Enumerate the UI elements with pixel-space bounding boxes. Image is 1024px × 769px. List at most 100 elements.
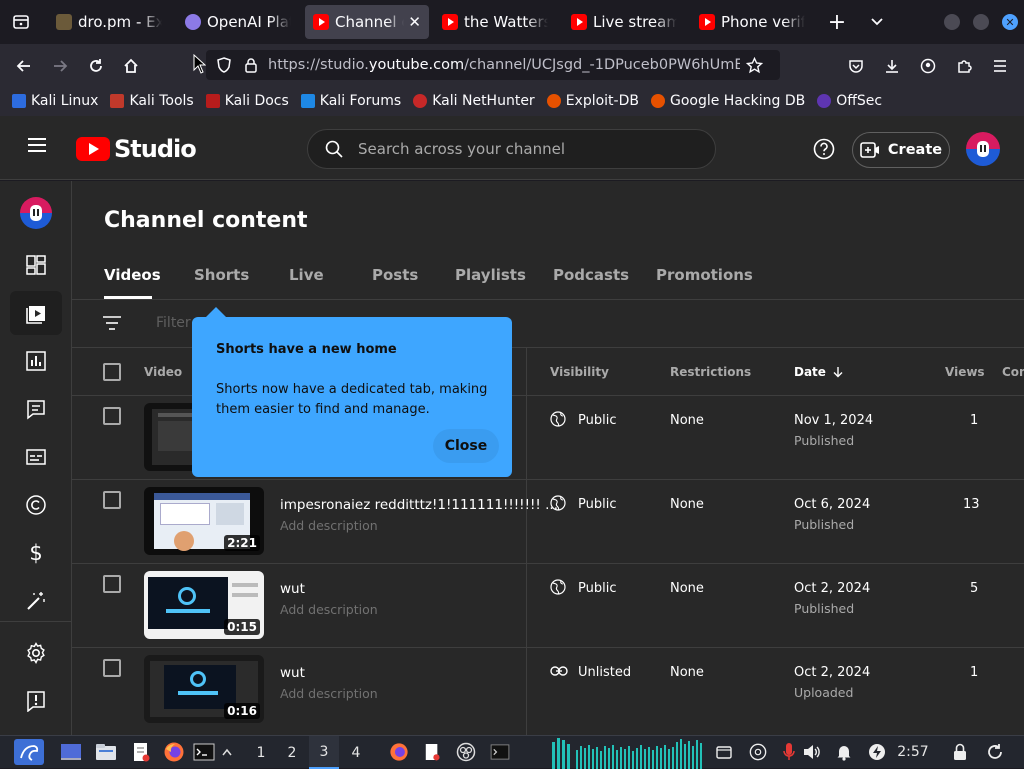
show-desktop-icon[interactable]: [58, 741, 84, 763]
lock-icon[interactable]: [244, 57, 258, 73]
lock-screen-icon[interactable]: [950, 741, 970, 763]
row-checkbox[interactable]: [103, 575, 121, 593]
tab-videos[interactable]: Videos: [104, 266, 161, 284]
launcher-expand-chevron-icon[interactable]: [220, 741, 234, 763]
obs-tray-icon[interactable]: [748, 741, 768, 763]
close-window-icon[interactable]: ✕: [1002, 14, 1018, 30]
tab-posts[interactable]: Posts: [372, 266, 418, 284]
sidebar-item-dashboard[interactable]: [10, 243, 62, 287]
filter-input[interactable]: Filter: [156, 315, 191, 331]
tab-playlists[interactable]: Playlists: [455, 266, 526, 284]
bookmark-exploit-db[interactable]: Exploit-DB: [546, 93, 639, 109]
column-header-comments[interactable]: Com: [1002, 365, 1024, 379]
tab-shorts[interactable]: Shorts: [194, 266, 249, 284]
hamburger-menu-icon[interactable]: [987, 53, 1013, 79]
back-arrow-icon[interactable]: [11, 53, 37, 79]
taskbar-terminal-window-icon[interactable]: [488, 741, 512, 763]
browser-tab-phone-verification[interactable]: Phone verific: [691, 5, 813, 39]
forward-arrow-icon[interactable]: [47, 53, 73, 79]
column-header-visibility[interactable]: Visibility: [550, 365, 609, 379]
column-header-views[interactable]: Views: [945, 365, 985, 379]
video-thumbnail[interactable]: 0:15: [144, 571, 264, 639]
close-tab-icon[interactable]: ✕: [408, 13, 421, 31]
browser-tab-live-streaming[interactable]: Live streamir: [563, 5, 685, 39]
kali-menu-dragon-icon[interactable]: [14, 739, 44, 765]
sidebar-item-feedback[interactable]: [10, 679, 62, 723]
visibility-value[interactable]: Public: [578, 497, 616, 512]
visibility-value[interactable]: Public: [578, 413, 616, 428]
firefox-view-icon[interactable]: [8, 9, 34, 35]
row-checkbox[interactable]: [103, 659, 121, 677]
file-manager-folder-icon[interactable]: [93, 741, 119, 763]
bookmark-offsec[interactable]: OffSec: [817, 93, 882, 109]
video-title[interactable]: wut: [280, 581, 305, 597]
bookmark-google-hacking-db[interactable]: Google Hacking DB: [650, 93, 805, 109]
browser-tab-channel-content[interactable]: Channel co ✕: [305, 5, 429, 39]
workspace-3[interactable]: 3: [309, 736, 339, 769]
visibility-value[interactable]: Unlisted: [578, 665, 631, 680]
tab-podcasts[interactable]: Podcasts: [553, 266, 629, 284]
workspace-2[interactable]: 2: [277, 736, 307, 769]
video-title[interactable]: impesronaiez redditttz!1!111111!!!!!!! .…: [280, 497, 558, 513]
channel-search-input[interactable]: Search across your channel: [307, 129, 716, 169]
text-editor-icon[interactable]: [128, 741, 154, 763]
sidebar-item-content[interactable]: [10, 291, 62, 335]
bookmark-kali-nethunter[interactable]: Kali NetHunter: [413, 93, 535, 109]
filter-icon[interactable]: [102, 315, 122, 331]
sidebar-item-analytics[interactable]: [10, 339, 62, 383]
browser-tab-watterson[interactable]: the Wattersc: [434, 5, 556, 39]
sidebar-item-subtitles[interactable]: [10, 435, 62, 479]
taskbar-obs-window-icon[interactable]: [454, 741, 478, 763]
power-manager-icon[interactable]: [867, 741, 887, 763]
account-avatar[interactable]: [966, 132, 1000, 166]
firefox-icon[interactable]: [161, 741, 187, 763]
microphone-recording-icon[interactable]: [779, 741, 799, 763]
sidebar-item-customization[interactable]: [10, 579, 62, 623]
tracking-protection-shield-icon[interactable]: [216, 57, 232, 73]
address-bar[interactable]: https://studio.youtube.com/channel/UCJsg…: [206, 50, 780, 80]
row-checkbox[interactable]: [103, 491, 121, 509]
sidebar-item-settings[interactable]: [10, 631, 62, 675]
terminal-icon[interactable]: [192, 741, 216, 763]
screenshot-tray-icon[interactable]: [714, 741, 734, 763]
column-header-restrictions[interactable]: Restrictions: [670, 365, 751, 379]
maximize-window-icon[interactable]: [973, 14, 989, 30]
list-all-tabs-chevron-icon[interactable]: [864, 9, 890, 35]
sidebar-item-earn[interactable]: $: [10, 531, 62, 575]
bookmark-kali-docs[interactable]: Kali Docs: [205, 93, 289, 109]
bookmark-kali-forums[interactable]: Kali Forums: [300, 93, 401, 109]
create-button[interactable]: Create: [852, 132, 950, 168]
menu-hamburger-icon[interactable]: [26, 136, 48, 154]
studio-logo[interactable]: Studio: [76, 135, 197, 163]
video-thumbnail[interactable]: 0:16: [144, 655, 264, 723]
volume-speaker-icon[interactable]: [802, 741, 822, 763]
tab-live[interactable]: Live: [289, 266, 324, 284]
browser-tab-dropm[interactable]: dro.pm - Ext: [48, 5, 170, 39]
minimize-window-icon[interactable]: [944, 14, 960, 30]
clock[interactable]: 2:57: [896, 741, 930, 763]
video-title[interactable]: wut: [280, 665, 305, 681]
home-icon[interactable]: [118, 53, 144, 79]
column-header-date[interactable]: Date: [794, 365, 844, 379]
sidebar-item-copyright[interactable]: [10, 483, 62, 527]
video-thumbnail[interactable]: 2:21: [144, 487, 264, 555]
channel-avatar[interactable]: [20, 197, 52, 229]
select-all-checkbox[interactable]: [103, 363, 121, 381]
bookmark-kali-linux[interactable]: Kali Linux: [12, 93, 98, 109]
new-tab-plus-icon[interactable]: +: [824, 9, 850, 35]
taskbar-firefox-window-icon[interactable]: [387, 741, 411, 763]
tooltip-close-button[interactable]: Close: [433, 429, 499, 463]
browser-tab-openai[interactable]: OpenAI Platf: [177, 5, 299, 39]
logout-restart-icon[interactable]: [985, 741, 1005, 763]
bookmark-star-icon[interactable]: [746, 56, 763, 74]
taskbar-editor-window-icon[interactable]: [420, 741, 444, 763]
help-icon[interactable]: [813, 138, 835, 160]
account-icon[interactable]: [915, 53, 941, 79]
notification-bell-icon[interactable]: [834, 741, 854, 763]
workspace-1[interactable]: 1: [246, 736, 276, 769]
extensions-puzzle-icon[interactable]: [951, 53, 977, 79]
tab-promotions[interactable]: Promotions: [656, 266, 753, 284]
pocket-icon[interactable]: [843, 53, 869, 79]
visibility-value[interactable]: Public: [578, 581, 616, 596]
reload-icon[interactable]: [83, 53, 109, 79]
